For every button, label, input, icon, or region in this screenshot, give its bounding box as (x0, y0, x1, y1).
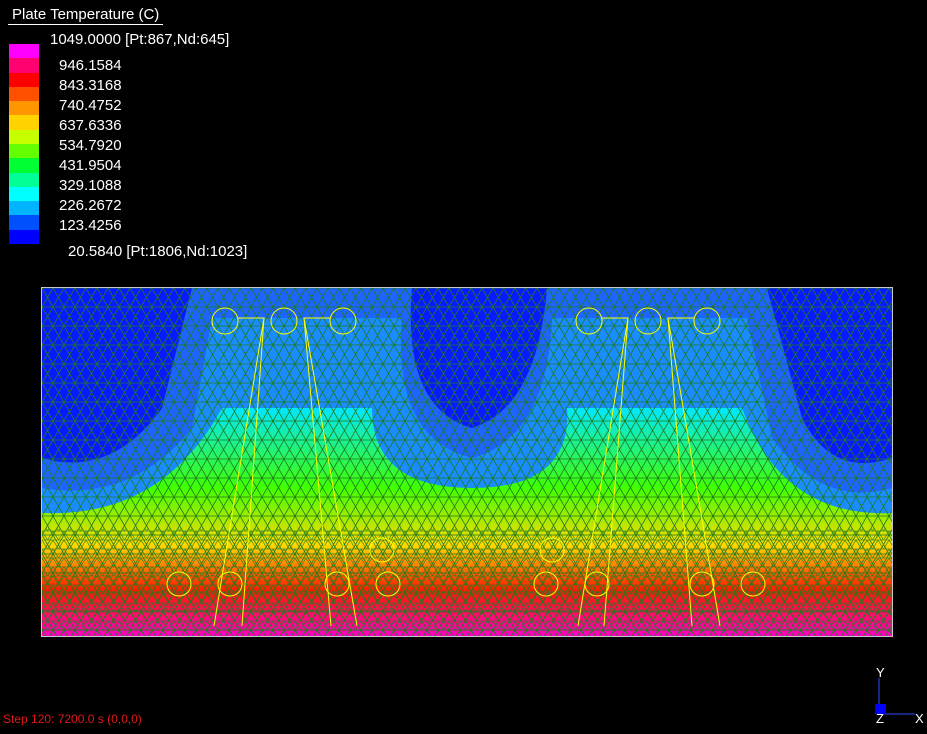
status-text: Step 120: 7200.0 s (0,0,0) (3, 712, 142, 726)
legend-min-value: 20.5840 [Pt:1806,Nd:1023] (68, 243, 248, 260)
contour-plot (42, 288, 892, 636)
color-scale-swatch (9, 143, 39, 159)
color-scale-swatch (9, 115, 39, 130)
color-scale-swatch (9, 86, 39, 102)
legend-tick: 431.9504 (59, 157, 122, 174)
legend-tick: 843.3168 (59, 77, 122, 94)
color-scale-swatch (9, 186, 39, 202)
legend-tick: 329.1088 (59, 177, 122, 194)
color-scale-swatch (9, 129, 39, 144)
color-scale-swatch (9, 158, 39, 173)
legend-ticks: 946.1584 843.3168 740.4752 637.6336 534.… (59, 56, 122, 236)
color-scale-swatch (9, 229, 39, 244)
color-scale-swatch (9, 101, 39, 116)
axis-x-label: X (915, 711, 924, 726)
legend-tick: 740.4752 (59, 97, 122, 114)
legend-tick: 226.2672 (59, 197, 122, 214)
color-scale-swatch (9, 72, 39, 87)
color-scale-swatch (9, 201, 39, 216)
color-scale-swatch (9, 44, 39, 59)
legend-max-value: 1049.0000 [Pt:867,Nd:645] (50, 31, 230, 48)
axis-triad: Y Z X (860, 664, 927, 729)
legend-tick: 534.7920 (59, 137, 122, 154)
axis-y-label: Y (876, 665, 885, 680)
legend-tick: 637.6336 (59, 117, 122, 134)
axis-z-label: Z (876, 711, 884, 726)
legend-title: Plate Temperature (C) (8, 6, 164, 25)
temperature-contour-viewport[interactable] (41, 287, 893, 637)
color-scale-swatch (9, 172, 39, 187)
color-scale-swatch (9, 58, 39, 73)
legend-tick: 946.1584 (59, 57, 122, 74)
legend-tick: 123.4256 (59, 217, 122, 234)
color-scale-swatch (9, 215, 39, 230)
color-scale-bar (9, 44, 39, 244)
